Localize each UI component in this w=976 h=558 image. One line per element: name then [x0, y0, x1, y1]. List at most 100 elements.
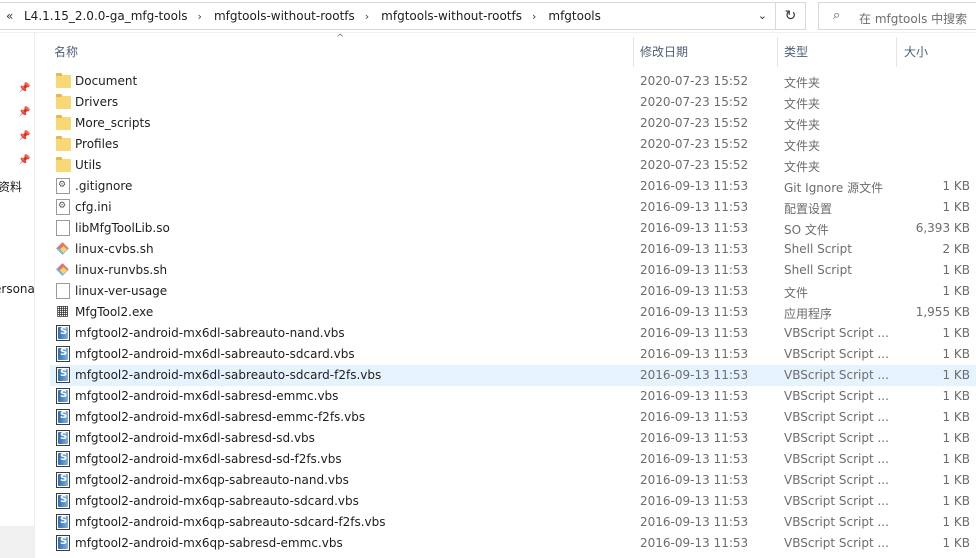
file-name: mfgtool2-android-mx6qp-sabreauto-sdcard-… — [75, 515, 386, 529]
file-icon — [56, 220, 70, 236]
file-row[interactable]: More_scripts 2020-07-23 15:52 文件夹 — [50, 113, 976, 134]
chevron-right-icon[interactable]: › — [198, 10, 202, 23]
file-type: VBScript Script ... — [784, 473, 888, 487]
file-name: libMfgToolLib.so — [75, 221, 170, 235]
vbscript-icon — [56, 535, 70, 551]
file-size: 1 KB — [942, 368, 970, 382]
file-date: 2020-07-23 15:52 — [640, 158, 749, 172]
file-size: 1 KB — [942, 473, 970, 487]
file-type: VBScript Script ... — [784, 515, 888, 529]
breadcrumb-item[interactable]: mfgtools-without-rootfs — [381, 9, 522, 23]
file-name: Profiles — [75, 137, 119, 151]
file-type: 文件夹 — [784, 118, 821, 132]
file-row[interactable]: mfgtool2-android-mx6dl-sabreauto-nand.vb… — [50, 323, 976, 344]
file-date: 2016-09-13 11:53 — [640, 200, 749, 214]
breadcrumb: L4.1.15_2.0.0-ga_mfg-tools › mfgtools-with… — [24, 9, 601, 23]
nav-item-label[interactable]: ersona — [0, 282, 34, 296]
file-size: 1 KB — [942, 494, 970, 508]
file-row[interactable]: mfgtool2-android-mx6dl-sabresd-sd.vbs 201… — [50, 428, 976, 449]
nav-item-label[interactable]: 资料 — [0, 178, 22, 195]
file-size: 1 KB — [942, 263, 970, 277]
file-name: .gitignore — [75, 179, 133, 193]
file-type: Shell Script — [784, 242, 852, 256]
file-type: Git Ignore 源文件 — [784, 181, 884, 195]
file-row[interactable]: Profiles 2020-07-23 15:52 文件夹 — [50, 134, 976, 155]
folder-icon — [56, 136, 71, 151]
file-date: 2016-09-13 11:53 — [640, 221, 749, 235]
folder-icon — [56, 115, 71, 130]
file-row[interactable]: mfgtool2-android-mx6dl-sabresd-emmc.vbs 2… — [50, 386, 976, 407]
breadcrumb-item[interactable]: L4.1.15_2.0.0-ga_mfg-tools — [24, 9, 188, 23]
file-type: VBScript Script ... — [784, 431, 888, 445]
column-header-name[interactable]: 名称 — [54, 43, 78, 60]
vbscript-icon — [56, 472, 70, 488]
file-row[interactable]: linux-runvbs.sh 2016-09-13 11:53 Shell Scr… — [50, 260, 976, 281]
file-name: mfgtool2-android-mx6dl-sabresd-sd-f2fs.v… — [75, 452, 342, 466]
navigation-pane: 📌 📌 📌 📌 资料 ersona — [0, 33, 35, 558]
chevron-right-icon[interactable]: › — [532, 10, 536, 23]
file-date: 2016-09-13 11:53 — [640, 347, 749, 361]
file-row[interactable]: Drivers 2020-07-23 15:52 文件夹 — [50, 92, 976, 113]
file-row[interactable]: mfgtool2-android-mx6qp-sabreauto-sdcard-… — [50, 512, 976, 533]
file-name: linux-cvbs.sh — [75, 242, 154, 256]
file-size: 1 KB — [942, 200, 970, 214]
file-type: 配置设置 — [784, 202, 833, 216]
file-row[interactable]: mfgtool2-android-mx6dl-sabreauto-sdcard.… — [50, 344, 976, 365]
file-name: mfgtool2-android-mx6dl-sabresd-emmc-f2fs… — [75, 410, 366, 424]
breadcrumb-item[interactable]: mfgtools — [548, 9, 601, 23]
nav-scrollbar[interactable] — [0, 526, 34, 558]
folder-icon — [56, 73, 71, 88]
file-row[interactable]: mfgtool2-android-mx6dl-sabresd-emmc-f2fs… — [50, 407, 976, 428]
search-box[interactable]: ⌕ 在 mfgtools 中搜索 — [818, 2, 976, 30]
file-row[interactable]: .gitignore 2016-09-13 11:53 Git Ignore 源文件… — [50, 176, 976, 197]
file-row[interactable]: mfgtool2-android-mx6qp-sabreauto-sdcard.… — [50, 491, 976, 512]
file-name: Utils — [75, 158, 102, 172]
file-row[interactable]: mfgtool2-android-mx6dl-sabreauto-sdcard-… — [50, 365, 976, 386]
file-name: cfg.ini — [75, 200, 112, 214]
shell-script-icon — [56, 241, 70, 257]
address-bar[interactable]: « L4.1.15_2.0.0-ga_mfg-tools › mfgtools-wi… — [0, 2, 776, 30]
file-name: mfgtool2-android-mx6dl-sabresd-sd.vbs — [75, 431, 315, 445]
breadcrumb-item[interactable]: mfgtools-without-rootfs — [214, 9, 355, 23]
file-date: 2016-09-13 11:53 — [640, 305, 749, 319]
file-row[interactable]: mfgtool2-android-mx6dl-sabresd-sd-f2fs.v… — [50, 449, 976, 470]
file-row[interactable]: Document 2020-07-23 15:52 文件夹 — [50, 71, 976, 92]
column-header-date[interactable]: 修改日期 — [640, 43, 688, 60]
file-type: VBScript Script ... — [784, 347, 888, 361]
vbscript-icon — [56, 409, 70, 425]
chevron-right-icon[interactable]: › — [365, 10, 369, 23]
file-name: Drivers — [75, 95, 119, 109]
file-size: 1 KB — [942, 347, 970, 361]
file-name: linux-runvbs.sh — [75, 263, 168, 277]
file-size: 1 KB — [942, 515, 970, 529]
file-row[interactable]: mfgtool2-android-mx6qp-sabresd-emmc.vbs 2… — [50, 533, 976, 554]
file-row[interactable]: libMfgToolLib.so 2016-09-13 11:53 SO 文件 6,3… — [50, 218, 976, 239]
file-date: 2020-07-23 15:52 — [640, 137, 749, 151]
file-date: 2016-09-13 11:53 — [640, 536, 749, 550]
file-row[interactable]: cfg.ini 2016-09-13 11:53 配置设置 1 KB — [50, 197, 976, 218]
file-type: 文件夹 — [784, 97, 821, 111]
file-name: linux-ver-usage — [75, 284, 168, 298]
column-divider[interactable] — [777, 37, 778, 67]
file-date: 2016-09-13 11:53 — [640, 410, 749, 424]
address-dropdown-icon[interactable]: ⌄ — [758, 9, 767, 22]
refresh-button[interactable]: ↻ — [776, 2, 806, 30]
file-size: 1 KB — [942, 389, 970, 403]
file-row[interactable]: linux-cvbs.sh 2016-09-13 11:53 Shell Scrip… — [50, 239, 976, 260]
breadcrumb-overflow-button[interactable]: « — [6, 9, 13, 23]
file-row[interactable]: Utils 2020-07-23 15:52 文件夹 — [50, 155, 976, 176]
column-divider[interactable] — [633, 37, 634, 67]
column-header-row: ^ 名称 修改日期 类型 大小 — [34, 33, 976, 71]
file-date: 2016-09-13 11:53 — [640, 515, 749, 529]
column-header-type[interactable]: 类型 — [784, 43, 808, 60]
pin-icon: 📌 — [18, 83, 31, 94]
vbscript-icon — [56, 367, 70, 383]
file-row[interactable]: linux-ver-usage 2016-09-13 11:53 文件 1 KB — [50, 281, 976, 302]
file-date: 2016-09-13 11:53 — [640, 368, 749, 382]
search-input[interactable]: 在 mfgtools 中搜索 — [859, 10, 967, 27]
column-header-size[interactable]: 大小 — [904, 43, 928, 60]
file-row[interactable]: mfgtool2-android-mx6qp-sabreauto-nand.vb… — [50, 470, 976, 491]
column-divider[interactable] — [896, 37, 897, 67]
file-size: 1 KB — [942, 452, 970, 466]
file-row[interactable]: MfgTool2.exe 2016-09-13 11:53 应用程序 1,955 KB — [50, 302, 976, 323]
